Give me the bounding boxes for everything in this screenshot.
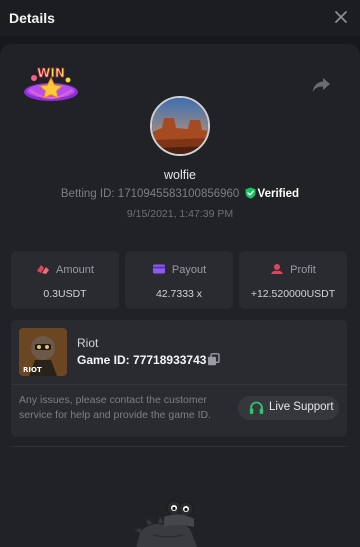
headset-icon bbox=[249, 401, 264, 414]
game-id-label: Game ID: bbox=[77, 353, 130, 367]
stat-amount-label: Amount bbox=[56, 264, 94, 276]
copy-icon[interactable] bbox=[207, 353, 220, 366]
verified-label: Verified bbox=[257, 188, 300, 200]
share-icon[interactable] bbox=[311, 76, 331, 94]
stat-payout-label: Payout bbox=[171, 264, 207, 276]
verified-shield-icon bbox=[245, 187, 256, 199]
coins-icon bbox=[37, 265, 50, 274]
profit-icon bbox=[271, 264, 284, 274]
betting-id-row: Betting ID: 1710945583100856960 Verified bbox=[0, 187, 360, 200]
avatar bbox=[150, 96, 210, 156]
stat-amount-head: Amount bbox=[11, 263, 119, 276]
stat-profit-value: +12.520000USDT bbox=[250, 288, 336, 300]
game-thumbnail-image: RIOT bbox=[19, 328, 67, 376]
details-panel: WIN wolfie Betting ID: 17109455831008569… bbox=[0, 44, 360, 547]
mascot-illustration bbox=[132, 500, 198, 547]
username: wolfie bbox=[164, 168, 196, 182]
game-id-value: 77718933743 bbox=[133, 353, 207, 367]
stat-profit: Profit +12.520000USDT bbox=[239, 251, 347, 309]
support-notice: Any issues, please contact the customer … bbox=[19, 394, 212, 421]
avatar-image bbox=[152, 98, 208, 154]
game-name: Riot bbox=[77, 336, 99, 350]
stat-amount: Amount 0.3USDT bbox=[11, 251, 119, 309]
game-thumbnail[interactable]: RIOT bbox=[19, 328, 67, 376]
card-divider bbox=[11, 384, 347, 385]
stat-payout-head: Payout bbox=[125, 263, 233, 276]
live-support-button[interactable]: Live Support bbox=[238, 396, 339, 420]
live-support-label: Live Support bbox=[269, 401, 334, 413]
game-card: RIOT Riot Game ID: 77718933743 Any issue… bbox=[11, 320, 347, 437]
stat-payout-value: 42.7333 x bbox=[155, 288, 203, 300]
win-badge-icon: WIN bbox=[24, 66, 78, 101]
stat-profit-label: Profit bbox=[290, 264, 316, 276]
betting-id-label: Betting ID: bbox=[60, 188, 115, 200]
betting-id-value: 1710945583100856960 bbox=[117, 188, 240, 200]
details-title: Details bbox=[9, 10, 55, 26]
win-badge-text: WIN bbox=[37, 66, 65, 80]
stat-amount-value: 0.3USDT bbox=[43, 288, 87, 300]
wallet-icon bbox=[152, 264, 165, 274]
stat-payout: Payout 42.7333 x bbox=[125, 251, 233, 309]
game-thumbnail-text: RIOT bbox=[23, 366, 42, 374]
stat-profit-head: Profit bbox=[239, 263, 347, 276]
bet-date: 9/15/2021, 1:47:39 PM bbox=[126, 208, 234, 220]
game-id: Game ID: 77718933743 bbox=[77, 353, 206, 367]
details-header: Details bbox=[0, 0, 360, 36]
section-divider bbox=[11, 446, 347, 447]
close-icon[interactable] bbox=[332, 8, 350, 26]
